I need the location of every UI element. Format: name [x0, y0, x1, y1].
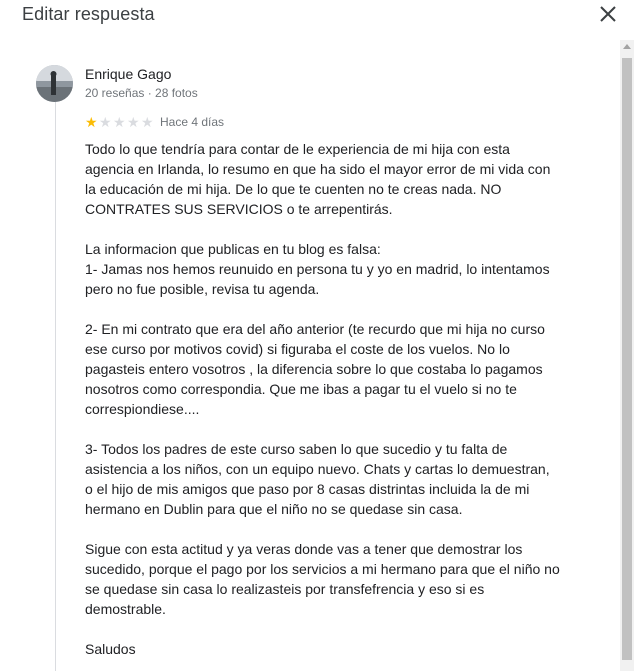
- star-empty-icon: ★: [113, 114, 126, 130]
- star-empty-icon: ★: [99, 114, 112, 130]
- scroll-up-button[interactable]: [620, 40, 634, 54]
- scrollbar[interactable]: [620, 40, 634, 671]
- scrollbar-thumb[interactable]: [622, 58, 632, 660]
- review-panel: Enrique Gago 20 reseñas · 28 fotos ★ ★ ★ ★ ★…: [0, 40, 620, 671]
- dialog-header: Editar respuesta: [0, 0, 634, 30]
- review-line: pero no fue posible, revisa tu agenda.: [85, 281, 320, 297]
- review-line: pagasteis entero vosotros , la diferenci…: [85, 361, 543, 377]
- review-line: agencia en Irlanda, lo resumo en que ha …: [85, 161, 551, 177]
- review-line: 3- Todos los padres de este curso saben …: [85, 441, 508, 457]
- dialog-title: Editar respuesta: [22, 4, 155, 24]
- review-paragraph: 3- Todos los padres de este curso saben …: [85, 439, 575, 519]
- star-empty-icon: ★: [127, 114, 140, 130]
- review-line: Todo lo que tendría para contar de le ex…: [85, 141, 510, 157]
- review-line: se quedase sin casa lo realizasteis por …: [85, 581, 485, 597]
- review-paragraph: Saludos: [85, 639, 575, 659]
- review-paragraph: La informacion que publicas en tu blog e…: [85, 239, 575, 299]
- review-text: Todo lo que tendría para contar de le ex…: [85, 139, 575, 671]
- rating-row: ★ ★ ★ ★ ★ Hace 4 días: [85, 114, 224, 130]
- review-line: sucedido, porque el pago por los servici…: [85, 561, 560, 577]
- review-paragraph: Sigue con esta actitud y ya veras donde …: [85, 539, 575, 619]
- star-filled-icon: ★: [85, 114, 98, 130]
- star-rating: ★ ★ ★ ★ ★: [85, 115, 155, 129]
- review-line: Sigue con esta actitud y ya veras donde …: [85, 541, 523, 557]
- review-line: asistencia a los niños, con un equipo nu…: [85, 461, 550, 477]
- thread-divider: [55, 100, 56, 671]
- review-line: CONTRATES SUS SERVICIOS o te arrepentirá…: [85, 201, 393, 217]
- star-empty-icon: ★: [141, 114, 154, 130]
- close-button[interactable]: [598, 4, 618, 24]
- review-line: 2- En mi contrato que era del año anteri…: [85, 321, 545, 337]
- avatar[interactable]: [36, 65, 73, 102]
- reviewer-name[interactable]: Enrique Gago: [85, 66, 171, 82]
- review-line: correspiondiese....: [85, 401, 200, 417]
- review-line: hermano en Dublin para que el niño no se…: [85, 501, 463, 517]
- review-line: la educación de mi hija. De lo que te cu…: [85, 181, 502, 197]
- avatar-photo: [36, 65, 73, 102]
- review-paragraph: 2- En mi contrato que era del año anteri…: [85, 319, 575, 419]
- review-line: 1- Jamas nos hemos reunuido en persona t…: [85, 261, 550, 277]
- review-date: Hace 4 días: [160, 115, 225, 129]
- review-line: ese curso por motivos covid) si figuraba…: [85, 341, 510, 357]
- review-paragraph: Todo lo que tendría para contar de le ex…: [85, 139, 575, 219]
- review-line: o el hijo de mis amigos que paso por 8 c…: [85, 481, 530, 497]
- close-icon: [600, 6, 616, 22]
- scroll-up-arrow-icon: [623, 44, 631, 49]
- review-line: Saludos: [85, 641, 136, 657]
- review-line: La informacion que publicas en tu blog e…: [85, 241, 381, 257]
- review-line: demostrable.: [85, 601, 166, 617]
- reviewer-stats: 20 reseñas · 28 fotos: [85, 86, 198, 100]
- review-line: nosotros como correspondia. Que me ibas …: [85, 381, 517, 397]
